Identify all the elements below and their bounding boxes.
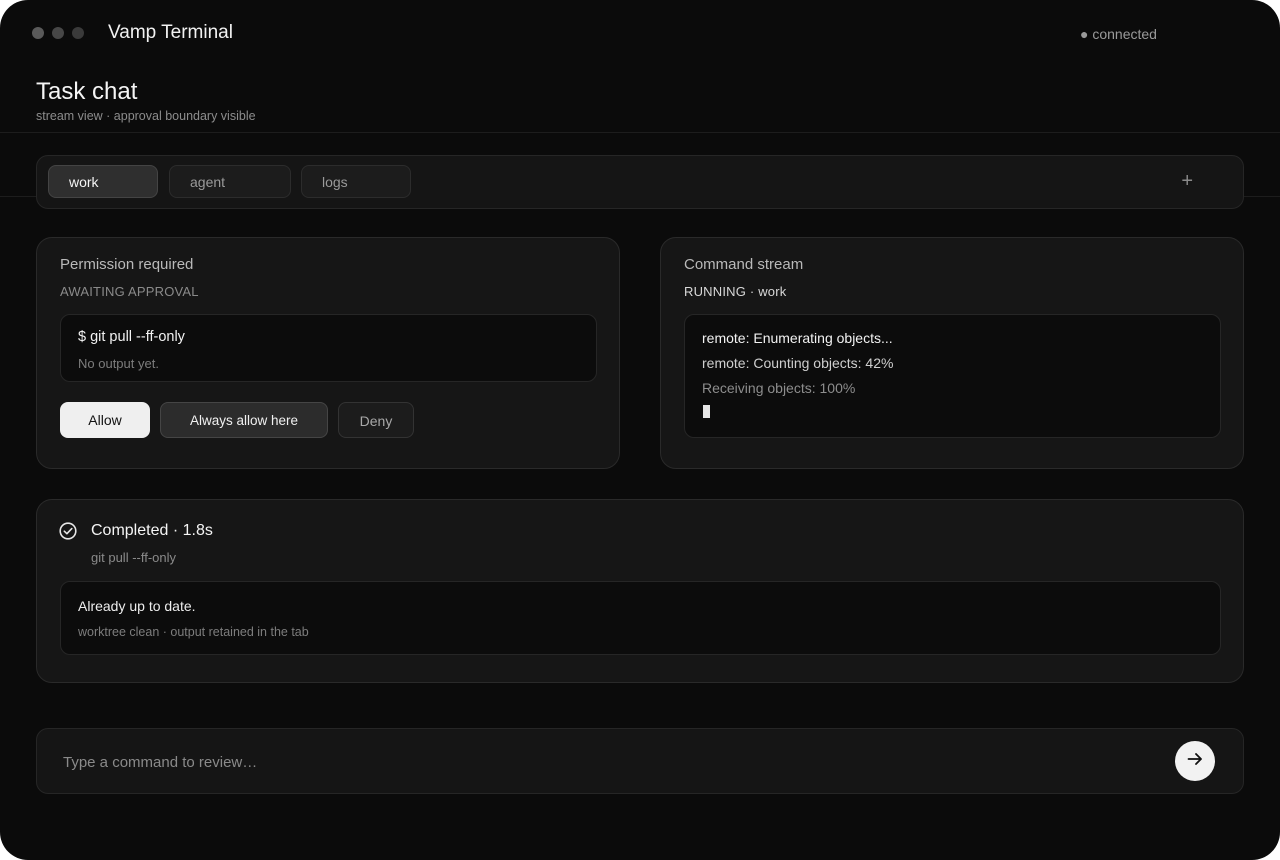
tab-agent[interactable]: agent — [169, 165, 291, 198]
close-window-button[interactable] — [32, 27, 44, 39]
add-tab-button[interactable]: + — [1181, 170, 1193, 193]
completed-result: Already up to date. — [78, 598, 196, 614]
pending-command: $ git pull --ff-only — [78, 329, 185, 345]
deny-button[interactable]: Deny — [338, 402, 414, 438]
page-title: Task chat — [36, 78, 138, 105]
always-allow-button[interactable]: Always allow here — [160, 402, 328, 438]
check-circle-icon — [59, 522, 77, 540]
app-title: Vamp Terminal — [108, 22, 233, 43]
tab-logs[interactable]: logs — [301, 165, 411, 198]
page-subtitle: stream view · approval boundary visible — [36, 109, 256, 123]
app-window: Vamp Terminal ● connected Task chat stre… — [0, 0, 1280, 860]
permission-title: Permission required — [60, 256, 194, 273]
permission-status: AWAITING APPROVAL — [60, 284, 199, 299]
completed-note: worktree clean · output retained in the … — [78, 625, 309, 639]
command-output: No output yet. — [78, 356, 159, 371]
tab-bar: work agent logs + — [36, 155, 1244, 209]
tab-work[interactable]: work — [48, 165, 158, 198]
completed-title: Completed · 1.8s — [91, 522, 213, 539]
command-preview: $ git pull --ff-only No output yet. — [60, 314, 597, 382]
allow-button[interactable]: Allow — [60, 402, 150, 438]
header-divider — [0, 132, 1280, 133]
stream-title: Command stream — [684, 256, 804, 273]
command-stream-card: Command stream RUNNING · work remote: En… — [660, 237, 1244, 469]
command-input-bar — [36, 728, 1244, 794]
completed-command: git pull --ff-only — [91, 550, 177, 565]
stream-status: RUNNING · work — [684, 284, 787, 299]
completed-output: Already up to date. worktree clean · out… — [60, 581, 1221, 655]
permission-card: Permission required AWAITING APPROVAL $ … — [36, 237, 620, 469]
stream-line: remote: Counting objects: 42% — [702, 355, 894, 371]
command-input[interactable] — [61, 749, 1145, 775]
stream-line: remote: Enumerating objects... — [702, 330, 893, 346]
minimize-window-button[interactable] — [52, 27, 64, 39]
send-button[interactable] — [1175, 741, 1215, 781]
stream-output: remote: Enumerating objects... remote: C… — [684, 314, 1221, 438]
cursor-block — [703, 405, 710, 418]
arrow-right-icon — [1185, 749, 1205, 774]
maximize-window-button[interactable] — [72, 27, 84, 39]
completed-card: Completed · 1.8s git pull --ff-only Alre… — [36, 499, 1244, 683]
connection-status: ● connected — [1080, 26, 1157, 42]
window-controls — [32, 27, 84, 39]
stream-line: Receiving objects: 100% — [702, 380, 856, 396]
